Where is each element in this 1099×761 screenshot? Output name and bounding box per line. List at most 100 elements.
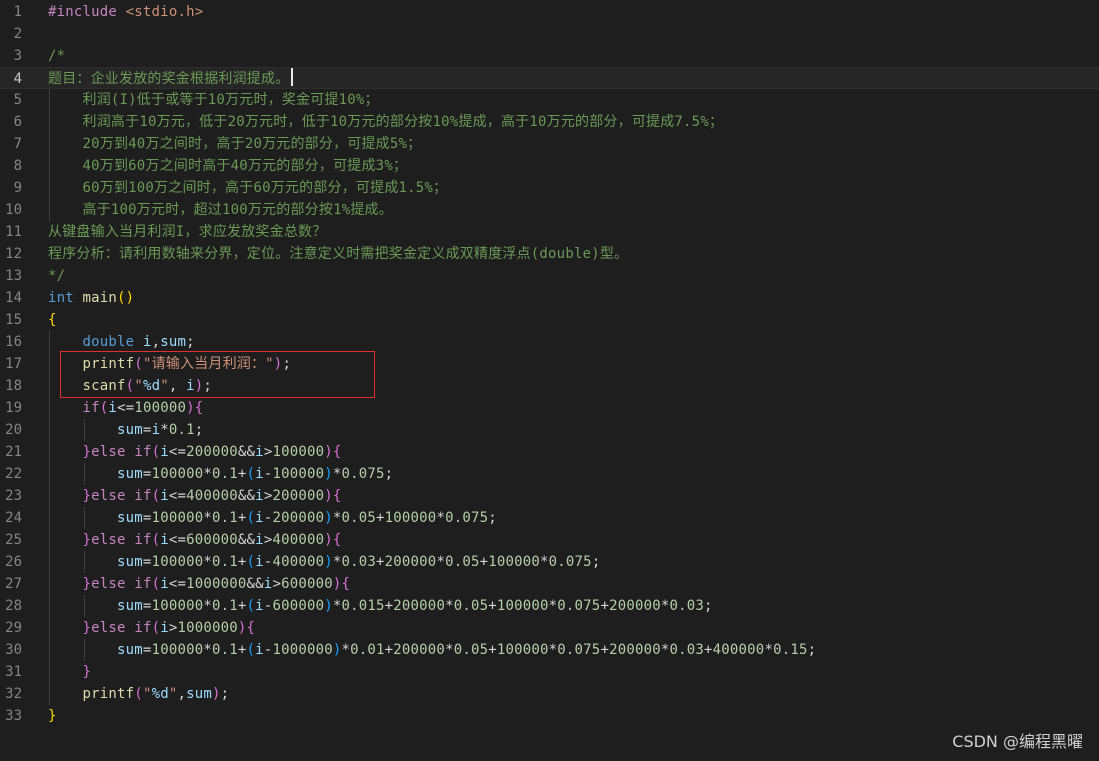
code-token: 100000 xyxy=(272,444,325,460)
code-line[interactable]: 27 }else if(i<=1000000&&i>600000){ xyxy=(0,573,1099,595)
code-token: 0.075 xyxy=(557,598,601,614)
code-line[interactable]: 19 if(i<=100000){ xyxy=(0,397,1099,419)
code-token: ( xyxy=(151,488,161,504)
code-token: 200000 xyxy=(384,554,437,570)
code-token: } xyxy=(82,488,92,504)
code-text: sum=i*0.1; xyxy=(48,419,203,441)
code-token: + xyxy=(704,642,713,658)
code-text: 高于100万元时，超过100万元的部分按1%提成。 xyxy=(48,199,393,221)
line-number: 2 xyxy=(13,26,22,42)
code-line[interactable]: 11 从键盘输入当月利润I，求应发放奖金总数？ xyxy=(0,221,1099,243)
code-line[interactable]: 6 利润高于10万元，低于20万元时，低于10万元的部分按10%提成，高于10万… xyxy=(0,111,1099,133)
code-token: printf xyxy=(82,686,135,702)
code-text: 40万到60万之间时高于40万元的部分，可提成3%； xyxy=(48,155,407,177)
code-line[interactable]: 29 }else if(i>1000000){ xyxy=(0,617,1099,639)
code-line[interactable]: 7 20万到40万之间时，高于20万元的部分，可提成5%； xyxy=(0,133,1099,155)
code-line[interactable]: 20 sum=i*0.1; xyxy=(0,419,1099,441)
code-token: sum xyxy=(117,422,143,438)
code-token: ; xyxy=(186,334,195,350)
code-line[interactable]: 3 /* xyxy=(0,45,1099,67)
code-token: * xyxy=(548,598,558,614)
code-token: int xyxy=(48,290,74,306)
code-line[interactable]: 4 题目：企业发放的奖金根据利润提成。 xyxy=(0,67,1099,89)
code-line[interactable]: 25 }else if(i<=600000&&i>400000){ xyxy=(0,529,1099,551)
line-number: 5 xyxy=(13,92,22,108)
code-token: <= xyxy=(168,444,187,460)
code-token: " xyxy=(142,686,152,702)
code-line[interactable]: 13 */ xyxy=(0,265,1099,287)
code-line[interactable]: 26 sum=100000*0.1+(i-400000)*0.03+200000… xyxy=(0,551,1099,573)
code-editor[interactable]: 1 #include <stdio.h> 2 3/* 4 题目：企业发放的奖金根据利润提成… xyxy=(0,0,1099,761)
code-line[interactable]: 32 printf("%d",sum); xyxy=(0,683,1099,705)
code-token: 0.1 xyxy=(211,554,238,570)
code-token: 100000 xyxy=(151,466,204,482)
code-text: sum=100000*0.1+(i-400000)*0.03+200000*0.… xyxy=(48,551,600,573)
code-token: () xyxy=(117,290,135,306)
code-token: 400000 xyxy=(272,554,325,570)
code-token: * xyxy=(445,642,454,658)
line-number: 25 xyxy=(5,532,22,548)
line-number: 6 xyxy=(13,114,22,130)
code-token: 600000 xyxy=(281,576,333,592)
code-line[interactable]: 1 #include <stdio.h> xyxy=(0,1,1099,23)
line-number: 12 xyxy=(5,246,22,262)
code-token: i xyxy=(160,488,169,504)
code-token: * xyxy=(341,642,351,658)
code-line[interactable]: 33} xyxy=(0,705,1099,727)
line-number: 10 xyxy=(5,202,22,218)
code-token: main xyxy=(82,290,118,306)
code-token: 20万到40万之间时，高于20万元的部分，可提成5%； xyxy=(48,136,422,152)
code-line[interactable]: 31 } xyxy=(0,661,1099,683)
code-line[interactable]: 12 程序分析：请利用数轴来分界，定位。注意定义时需把奖金定义成双精度浮点(dou… xyxy=(0,243,1099,265)
code-line[interactable]: 15 { xyxy=(0,309,1099,331)
code-line[interactable]: 28 sum=100000*0.1+(i-600000)*0.015+20000… xyxy=(0,595,1099,617)
code-token: } xyxy=(48,708,57,724)
code-token: 0.03 xyxy=(669,598,705,614)
code-token: %d xyxy=(142,378,161,394)
code-text: 20万到40万之间时，高于20万元的部分，可提成5%； xyxy=(48,133,422,155)
line-number: 27 xyxy=(5,576,22,592)
code-token: 400000 xyxy=(272,532,325,548)
code-token: if xyxy=(134,532,152,548)
code-line[interactable]: 10 高于100万元时，超过100万元的部分按1%提成。 xyxy=(0,199,1099,221)
code-line[interactable]: 14 int main() xyxy=(0,287,1099,309)
code-token: 400000 xyxy=(186,488,238,504)
line-number: 18 xyxy=(5,378,22,394)
code-line[interactable]: 8 40万到60万之间时高于40万元的部分，可提成3%； xyxy=(0,155,1099,177)
line-number: 19 xyxy=(5,400,22,416)
code-token: " xyxy=(160,378,169,394)
code-token: i xyxy=(151,422,161,438)
code-token: 200000 xyxy=(609,642,661,658)
code-line[interactable]: 24 sum=100000*0.1+(i-200000)*0.05+100000… xyxy=(0,507,1099,529)
code-token: ) xyxy=(324,466,333,482)
code-token: ; xyxy=(194,422,204,438)
code-token: * xyxy=(203,642,212,658)
code-line[interactable]: 23 }else if(i<=400000&&i>200000){ xyxy=(0,485,1099,507)
code-line[interactable]: 9 60万到100万之间时，高于60万元的部分，可提成1.5%； xyxy=(0,177,1099,199)
code-line[interactable]: 17 printf("请输入当月利润："); xyxy=(0,353,1099,375)
code-line[interactable]: 5 利润(I)低于或等于10万元时，奖金可提10%； xyxy=(0,89,1099,111)
code-token: 100000 xyxy=(488,554,541,570)
code-text: }else if(i<=600000&&i>400000){ xyxy=(48,529,342,551)
code-text: if(i<=100000){ xyxy=(48,397,204,419)
code-token: 0.075 xyxy=(557,642,601,658)
code-token: sum xyxy=(117,598,143,614)
line-number: 13 xyxy=(5,268,22,284)
code-line[interactable]: 18 scanf("%d", i); xyxy=(0,375,1099,397)
code-line[interactable]: 16 double i,sum; xyxy=(0,331,1099,353)
code-token: + xyxy=(479,554,489,570)
code-line[interactable]: 22 sum=100000*0.1+(i-100000)*0.075; xyxy=(0,463,1099,485)
code-token: else xyxy=(91,444,126,460)
code-line[interactable]: 2 xyxy=(0,23,1099,45)
code-token: + xyxy=(384,598,394,614)
code-token: * xyxy=(203,466,212,482)
code-token: 60万到100万之间时，高于60万元的部分，可提成1.5%； xyxy=(48,180,448,196)
code-line[interactable]: 21 }else if(i<=200000&&i>100000){ xyxy=(0,441,1099,463)
code-line[interactable]: 30 sum=100000*0.1+(i-1000000)*0.01+20000… xyxy=(0,639,1099,661)
